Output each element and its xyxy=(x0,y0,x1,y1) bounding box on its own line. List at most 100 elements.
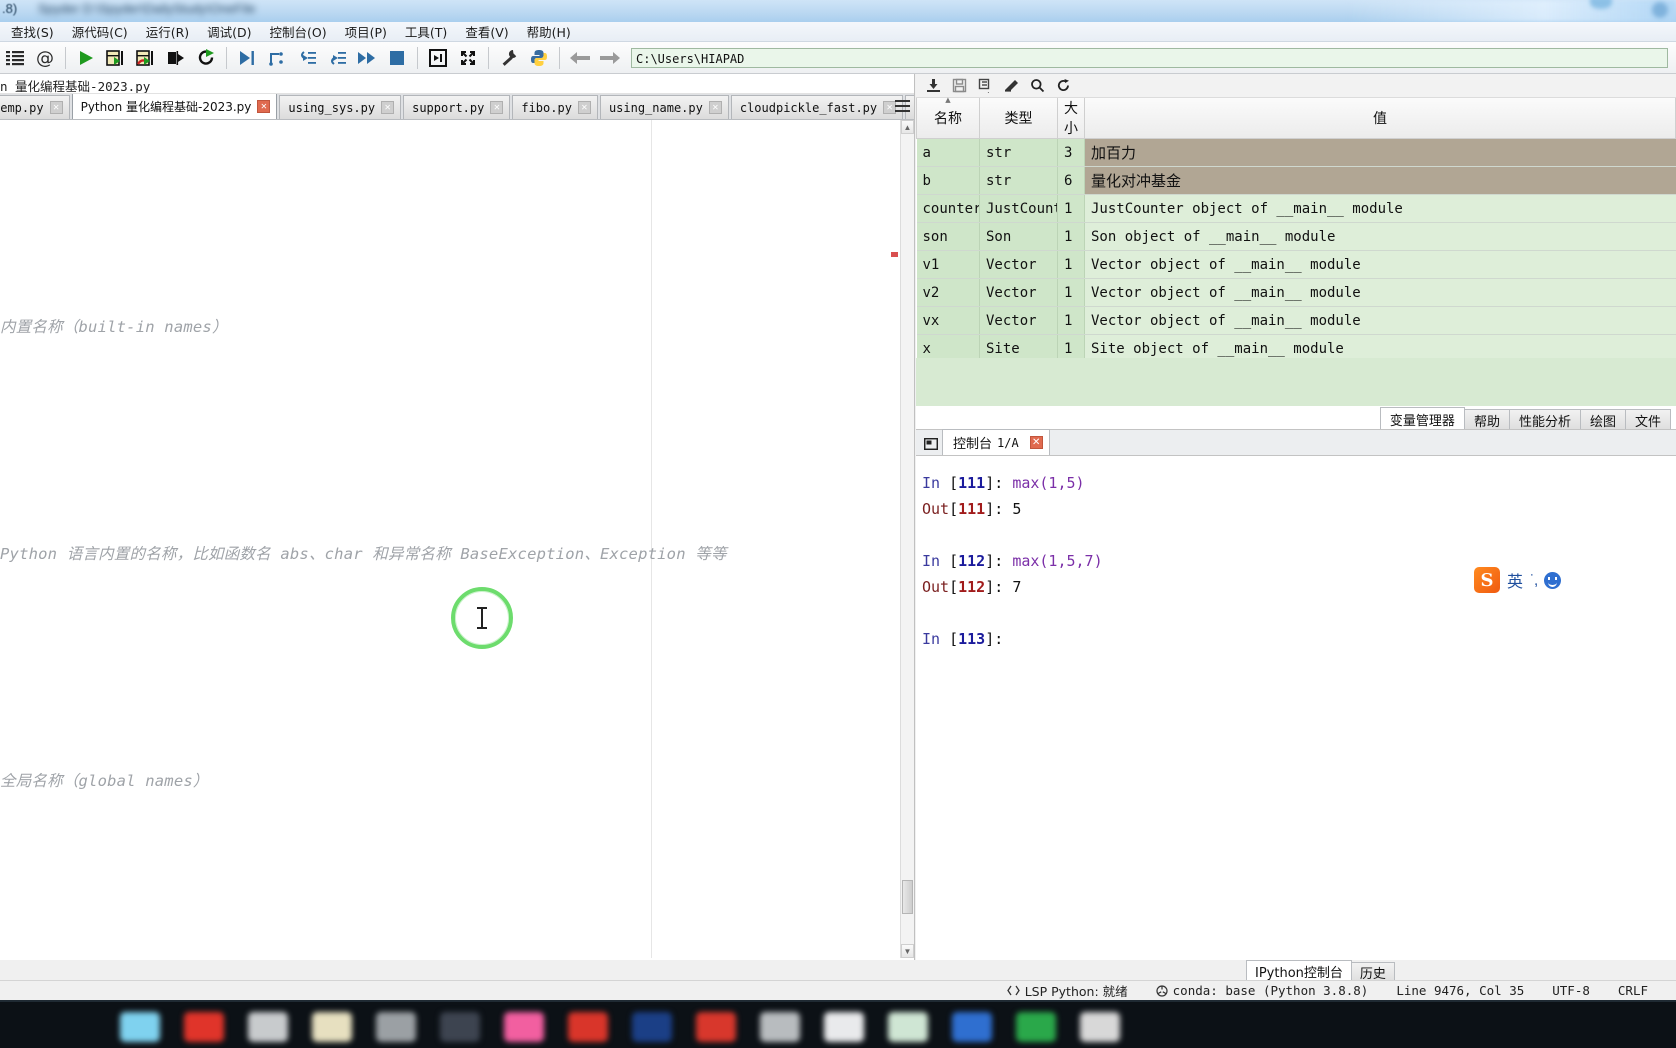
taskbar-icon[interactable] xyxy=(752,1004,808,1048)
run-cell-icon[interactable] xyxy=(101,43,131,73)
column-header-type[interactable]: 类型 xyxy=(979,98,1058,139)
taskbar-icon[interactable] xyxy=(112,1004,168,1048)
table-row[interactable]: b str 6 量化对冲基金 xyxy=(916,166,1676,195)
step-return-icon[interactable] xyxy=(322,43,352,73)
tab-variable-explorer[interactable]: 变量管理器 xyxy=(1379,407,1465,430)
save-as-icon[interactable]: , xyxy=(972,75,998,97)
close-icon[interactable]: ✕ xyxy=(490,101,504,114)
sogou-logo-icon[interactable]: S xyxy=(1474,567,1500,593)
console-output[interactable]: In [111]: max(1,5) Out[111]: 5 In [112]:… xyxy=(916,456,1676,652)
table-row[interactable]: v1 Vector 1 Vector object of __main__ mo… xyxy=(916,250,1676,279)
editor-tab-support[interactable]: support.py ✕ xyxy=(403,95,511,119)
close-icon[interactable]: ✕ xyxy=(381,101,395,114)
editor-options-icon[interactable] xyxy=(892,96,912,116)
working-directory-input[interactable]: C:\Users\HIAPAD xyxy=(631,47,1668,68)
sogou-ime-bar[interactable]: S 英 ˙, xyxy=(1474,565,1664,595)
preferences-icon[interactable] xyxy=(494,43,524,73)
tab-files[interactable]: 文件 xyxy=(1624,409,1671,430)
scrollbar-thumb[interactable] xyxy=(902,880,913,914)
scroll-down-icon[interactable]: ▼ xyxy=(901,944,914,958)
taskbar-icon[interactable] xyxy=(176,1004,232,1048)
editor-tab-using-sys[interactable]: using_sys.py ✕ xyxy=(279,95,402,119)
menu-source[interactable]: 源代码(C) xyxy=(63,20,137,43)
menu-find[interactable]: 查找(S) xyxy=(2,20,63,43)
menu-tools[interactable]: 工具(T) xyxy=(396,20,456,43)
step-into-icon[interactable] xyxy=(292,43,322,73)
tab-profiler[interactable]: 性能分析 xyxy=(1508,409,1581,430)
ime-punctuation-icon[interactable]: ˙, xyxy=(1530,572,1538,589)
column-header-size[interactable]: 大小 xyxy=(1057,98,1085,139)
console-window-icon[interactable] xyxy=(920,433,942,455)
close-icon[interactable]: ✕ xyxy=(49,101,63,114)
console-tab[interactable]: 控制台 1/A ✕ xyxy=(942,429,1050,455)
menu-console[interactable]: 控制台(O) xyxy=(261,20,336,43)
ime-mode-label[interactable]: 英 xyxy=(1507,568,1523,592)
forward-arrow-icon[interactable] xyxy=(595,43,625,73)
editor-tab-temp[interactable]: temp.py ✕ xyxy=(0,95,70,119)
variables-table[interactable]: 名称 类型 大小 值 a str 3 加百力 b str xyxy=(916,98,1676,363)
editor-tab-active[interactable]: Python 量化编程基础-2023.py ✕ xyxy=(71,94,278,119)
taskbar-icon[interactable] xyxy=(1072,1004,1128,1048)
taskbar-icon[interactable] xyxy=(688,1004,744,1048)
taskbar-icon[interactable] xyxy=(240,1004,296,1048)
editor-vertical-scrollbar[interactable]: ▲ ▼ xyxy=(900,120,914,958)
remove-all-icon[interactable] xyxy=(998,75,1024,97)
menu-run[interactable]: 运行(R) xyxy=(137,20,198,43)
refresh-icon[interactable] xyxy=(1050,75,1076,97)
column-header-name[interactable]: 名称 xyxy=(916,98,980,139)
status-position[interactable]: Line 9476, Col 35 xyxy=(1396,983,1524,998)
close-icon[interactable]: ✕ xyxy=(577,101,591,114)
run-file-icon[interactable] xyxy=(71,43,101,73)
stop-debug-icon[interactable] xyxy=(382,43,412,73)
search-icon[interactable] xyxy=(1024,75,1050,97)
outline-icon[interactable] xyxy=(0,43,30,73)
table-row[interactable]: counter JustCounter 1 JustCounter object… xyxy=(916,194,1676,223)
taskbar-icon[interactable] xyxy=(304,1004,360,1048)
back-arrow-icon[interactable] xyxy=(565,43,595,73)
import-data-icon[interactable] xyxy=(920,75,946,97)
tab-history[interactable]: 历史 xyxy=(1350,962,1395,982)
save-data-icon[interactable] xyxy=(946,75,972,97)
status-encoding[interactable]: UTF-8 xyxy=(1552,983,1590,998)
menu-debug[interactable]: 调试(D) xyxy=(198,20,260,43)
taskbar-icon[interactable] xyxy=(1008,1004,1064,1048)
table-row[interactable]: v2 Vector 1 Vector object of __main__ mo… xyxy=(916,278,1676,307)
tab-ipython-console[interactable]: IPython控制台 xyxy=(1246,960,1352,982)
taskbar-icon[interactable] xyxy=(816,1004,872,1048)
tab-plots[interactable]: 绘图 xyxy=(1579,409,1626,430)
taskbar-icon[interactable] xyxy=(624,1004,680,1048)
pythonpath-icon[interactable] xyxy=(524,43,554,73)
maximize-pane-icon[interactable] xyxy=(423,43,453,73)
taskbar-icon[interactable] xyxy=(880,1004,936,1048)
editor-tab-cloudpickle[interactable]: cloudpickle_fast.py ✕ xyxy=(730,95,904,119)
smiley-icon[interactable] xyxy=(1544,571,1562,589)
menu-project[interactable]: 项目(P) xyxy=(336,20,396,43)
table-row[interactable]: son Son 1 Son object of __main__ module xyxy=(916,222,1676,251)
continue-icon[interactable] xyxy=(352,43,382,73)
column-header-value[interactable]: 值 xyxy=(1084,98,1676,139)
taskbar-icon[interactable] xyxy=(368,1004,424,1048)
code-editor[interactable]: 内置名称（built-in names） Python 语言内置的名称，比如函数… xyxy=(0,120,914,958)
editor-tab-fibo[interactable]: fibo.py ✕ xyxy=(512,95,598,119)
editor-tab-using-name[interactable]: using_name.py ✕ xyxy=(599,95,729,119)
run-cell-advance-icon[interactable] xyxy=(131,43,161,73)
debug-file-icon[interactable] xyxy=(232,43,262,73)
at-symbol-icon[interactable]: @ xyxy=(30,43,60,73)
status-lsp[interactable]: LSP Python: 就绪 xyxy=(1006,981,1128,1000)
taskbar-icon[interactable] xyxy=(560,1004,616,1048)
status-eol[interactable]: CRLF xyxy=(1618,983,1648,998)
taskbar-icon[interactable] xyxy=(496,1004,552,1048)
step-over-icon[interactable] xyxy=(262,43,292,73)
menu-help[interactable]: 帮助(H) xyxy=(518,20,580,43)
close-icon[interactable]: ✕ xyxy=(708,101,722,114)
scroll-up-icon[interactable]: ▲ xyxy=(901,120,914,134)
table-row[interactable]: a str 3 加百力 xyxy=(916,138,1676,167)
close-icon[interactable]: ✕ xyxy=(1029,436,1043,449)
menu-view[interactable]: 查看(V) xyxy=(456,20,517,43)
status-conda[interactable]: conda: base (Python 3.8.8) xyxy=(1156,983,1368,998)
fullscreen-icon[interactable] xyxy=(453,43,483,73)
table-row[interactable]: vx Vector 1 Vector object of __main__ mo… xyxy=(916,306,1676,335)
tab-help[interactable]: 帮助 xyxy=(1463,409,1510,430)
close-icon[interactable]: ✕ xyxy=(257,100,271,113)
taskbar-icon[interactable] xyxy=(944,1004,1000,1048)
